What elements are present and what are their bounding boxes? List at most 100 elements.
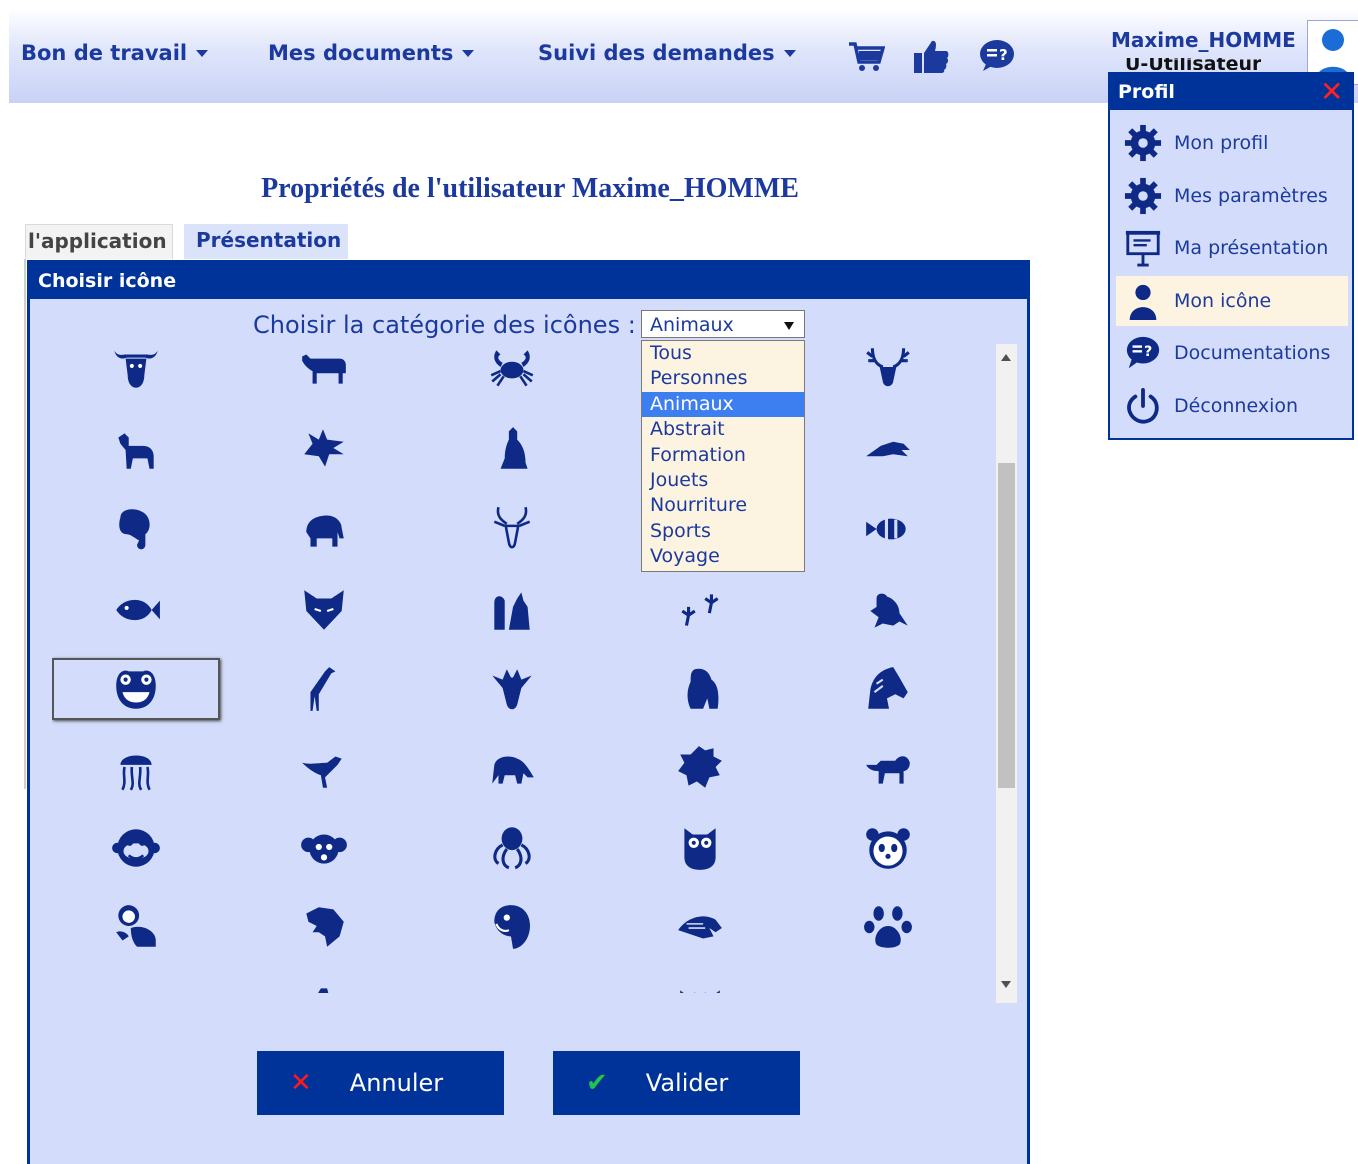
menu-item-deconnexion[interactable]: Déconnexion xyxy=(1116,381,1348,431)
icon-cell[interactable] xyxy=(240,975,408,993)
category-option[interactable]: Tous xyxy=(642,341,804,366)
bull-icon xyxy=(114,350,158,388)
cow-icon xyxy=(302,354,346,384)
frog-face-icon xyxy=(116,670,156,709)
category-option[interactable]: Nourriture xyxy=(642,493,804,518)
icon-cell[interactable] xyxy=(52,498,220,560)
icon-cell[interactable] xyxy=(616,579,784,641)
icon-cell[interactable] xyxy=(52,343,220,399)
icon-cell[interactable] xyxy=(240,896,408,958)
icon-cell[interactable] xyxy=(240,817,408,879)
icon-cell[interactable] xyxy=(804,343,972,399)
icon-cell[interactable] xyxy=(428,579,596,641)
category-option[interactable]: Voyage xyxy=(642,544,804,569)
dragon-icon xyxy=(304,429,344,467)
panther-icon xyxy=(306,907,344,947)
validate-button[interactable]: ✔ Valider xyxy=(553,1051,800,1115)
icon-cell[interactable] xyxy=(428,896,596,958)
horse-head-icon xyxy=(868,667,908,709)
icon-cell[interactable] xyxy=(804,817,972,879)
nav-label: Suivi des demandes xyxy=(538,41,775,65)
category-select[interactable]: Animaux xyxy=(641,310,805,338)
cart-icon[interactable] xyxy=(847,40,885,74)
icon-cell[interactable] xyxy=(52,817,220,879)
nav-suivi-des-demandes[interactable]: Suivi des demandes xyxy=(538,41,796,65)
icon-cell[interactable] xyxy=(804,737,972,799)
eagle-wing-icon xyxy=(678,916,722,939)
menu-item-label: Ma présentation xyxy=(1174,237,1329,259)
icon-cell[interactable] xyxy=(52,418,220,480)
icon-cell[interactable] xyxy=(428,975,596,993)
fish-icon xyxy=(116,599,160,621)
gear-icon xyxy=(1124,124,1162,162)
menu-item-ma-presentation[interactable]: Ma présentation xyxy=(1116,223,1348,273)
user-icon xyxy=(1129,284,1157,320)
category-option[interactable]: Formation xyxy=(642,443,804,468)
icon-cell[interactable] xyxy=(616,975,784,993)
icon-cell[interactable] xyxy=(804,418,972,480)
menu-item-mon-profil[interactable]: Mon profil xyxy=(1116,118,1348,168)
help-chat-icon: ? xyxy=(1126,336,1160,369)
icon-cell[interactable] xyxy=(52,579,220,641)
icon-cell[interactable] xyxy=(52,737,220,799)
nav-mes-documents[interactable]: Mes documents xyxy=(268,41,475,65)
bird-icon xyxy=(862,980,914,993)
icon-cell[interactable] xyxy=(804,579,972,641)
icon-cell[interactable] xyxy=(428,658,596,720)
panda-face-icon xyxy=(866,828,910,869)
validate-button-label: Valider xyxy=(645,1069,729,1097)
thumbs-up-icon[interactable] xyxy=(912,37,950,75)
category-options-list: Tous Personnes Animaux Abstrait Formatio… xyxy=(641,340,805,572)
giraffe-head-icon xyxy=(492,669,532,710)
icon-cell[interactable] xyxy=(428,418,596,480)
icon-cell[interactable] xyxy=(616,896,784,958)
monkey-icon xyxy=(112,829,160,867)
icon-cell[interactable] xyxy=(804,498,972,560)
category-option[interactable]: Sports xyxy=(642,519,804,544)
icon-cell[interactable] xyxy=(428,498,596,560)
icon-cell[interactable] xyxy=(52,975,220,993)
nav-bon-de-travail[interactable]: Bon de travail xyxy=(21,41,209,65)
paw-icon xyxy=(864,906,912,948)
cancel-button[interactable]: ✕ Annuler xyxy=(257,1051,504,1115)
icon-cell[interactable] xyxy=(428,817,596,879)
icon-cell[interactable] xyxy=(616,817,784,879)
platypus-icon xyxy=(110,980,162,993)
icon-cell[interactable] xyxy=(804,658,972,720)
menu-item-mes-parametres[interactable]: Mes paramètres xyxy=(1116,171,1348,221)
category-option-selected[interactable]: Animaux xyxy=(642,392,804,417)
icon-cell[interactable] xyxy=(52,896,220,958)
icon-cell[interactable] xyxy=(240,658,408,720)
lion-head-icon xyxy=(678,746,722,788)
help-chat-icon[interactable]: ? xyxy=(978,38,1016,72)
fox-icon xyxy=(304,590,344,630)
category-option[interactable]: Personnes xyxy=(642,366,804,391)
icon-cell[interactable] xyxy=(428,343,596,399)
category-label: Choisir la catégorie des icônes : xyxy=(253,311,636,339)
user-name[interactable]: Maxime_HOMME xyxy=(1111,28,1296,52)
icon-cell[interactable] xyxy=(804,896,972,958)
close-icon[interactable]: ✕ xyxy=(1320,78,1343,106)
scroll-up-arrow-icon[interactable] xyxy=(1001,354,1011,361)
menu-item-documentations[interactable]: ? Documentations xyxy=(1116,328,1348,378)
icon-cell[interactable] xyxy=(240,343,408,399)
icon-cell[interactable] xyxy=(616,658,784,720)
icon-cell[interactable] xyxy=(428,737,596,799)
category-option[interactable]: Jouets xyxy=(642,468,804,493)
icon-cell[interactable] xyxy=(240,737,408,799)
icon-cell[interactable] xyxy=(240,498,408,560)
profile-menu: Profil ✕ Mon profil Mes paramètres Ma pr… xyxy=(1108,72,1354,440)
icon-cell[interactable] xyxy=(616,737,784,799)
scrollbar-thumb[interactable] xyxy=(998,463,1015,788)
icon-cell-selected[interactable] xyxy=(52,658,220,720)
category-option[interactable]: Abstrait xyxy=(642,417,804,442)
icon-cell[interactable] xyxy=(240,579,408,641)
tab-application[interactable]: l'application xyxy=(25,224,173,259)
tab-presentation[interactable]: Présentation xyxy=(184,224,348,259)
menu-item-mon-icone[interactable]: Mon icône xyxy=(1116,276,1348,326)
icon-cell[interactable] xyxy=(240,418,408,480)
svg-text:?: ? xyxy=(1144,344,1152,360)
scroll-down-arrow-icon[interactable] xyxy=(1001,981,1011,988)
elephant-head-icon xyxy=(119,509,150,550)
icon-cell[interactable] xyxy=(804,975,972,993)
